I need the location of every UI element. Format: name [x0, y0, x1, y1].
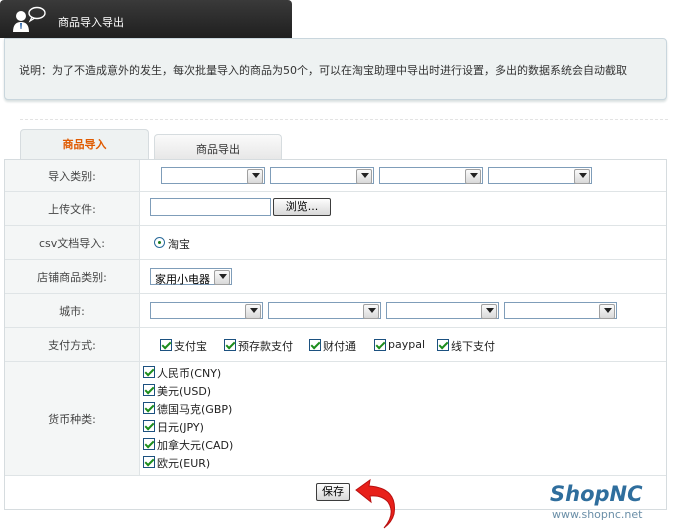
currency-cad-checkbox[interactable] — [143, 438, 155, 450]
payment-tenpay-label: 财付通 — [323, 340, 356, 353]
payment-offline-checkbox[interactable] — [437, 339, 449, 351]
row-city: 城市: — [5, 294, 666, 328]
tab-export[interactable]: 商品导出 — [154, 134, 282, 161]
payment-offline-label: 线下支付 — [451, 340, 495, 353]
row-csv: csv文档导入: 淘宝 — [5, 226, 666, 260]
csv-taobao-radio[interactable] — [154, 237, 165, 248]
currency-cad-label: 加拿大元(CAD) — [157, 439, 234, 452]
notice-box: 说明：为了不造成意外的发生，每次批量导入的商品为50个，可以在淘宝助理中导出时进… — [4, 38, 667, 100]
currency-gbp-checkbox[interactable] — [143, 402, 155, 414]
import-category-select-3[interactable] — [379, 167, 483, 184]
payment-paypal-label: paypal — [388, 338, 426, 351]
row-upload: 上传文件: 浏览... — [5, 192, 666, 226]
upload-label: 上传文件: — [48, 202, 96, 216]
import-category-select-1[interactable] — [161, 167, 265, 184]
currency-cny-label: 人民币(CNY) — [157, 367, 222, 380]
import-form: 导入类别: 上传文件: 浏览... csv文档导入: 淘宝 店铺商品类别: 家用… — [4, 159, 667, 510]
section-header: 商品导入导出 — [0, 0, 292, 38]
city-label: 城市: — [59, 304, 85, 318]
row-store-category: 店铺商品类别: 家用小电器 — [5, 260, 666, 294]
tab-import[interactable]: 商品导入 — [20, 129, 149, 161]
import-category-select-4[interactable] — [488, 167, 592, 184]
currency-gbp-label: 德国马克(GBP) — [157, 403, 233, 416]
browse-button[interactable]: 浏览... — [273, 198, 331, 216]
currency-usd-checkbox[interactable] — [143, 384, 155, 396]
shopnc-url: www.shopnc.net — [552, 508, 643, 521]
divider — [20, 119, 668, 120]
payment-predeposit-label: 预存款支付 — [238, 340, 293, 353]
pointer-arrow-icon — [355, 478, 395, 529]
payment-predeposit-checkbox[interactable] — [224, 339, 236, 351]
currency-jpy-checkbox[interactable] — [143, 420, 155, 432]
import-category-select-2[interactable] — [270, 167, 374, 184]
currency-eur-label: 欧元(EUR) — [157, 457, 211, 470]
currency-eur-checkbox[interactable] — [143, 456, 155, 468]
csv-label: csv文档导入: — [39, 236, 105, 250]
city-select-2[interactable] — [268, 302, 381, 319]
row-payment: 支付方式: 支付宝 预存款支付 财付通 paypal 线下支付 — [5, 328, 666, 362]
store-category-label: 店铺商品类别: — [37, 270, 107, 284]
save-button[interactable]: 保存 — [316, 483, 350, 501]
payment-label: 支付方式: — [48, 338, 96, 352]
payment-tenpay-checkbox[interactable] — [309, 339, 321, 351]
row-currency: 货币种类: 人民币(CNY) 美元(USD) 德国马克(GBP) 日元(JPY)… — [5, 362, 666, 476]
row-import-category: 导入类别: — [5, 160, 666, 192]
payment-paypal-checkbox[interactable] — [374, 339, 386, 351]
currency-usd-label: 美元(USD) — [157, 385, 212, 398]
user-chat-icon — [13, 6, 46, 32]
notice-text: 说明：为了不造成意外的发生，每次批量导入的商品为50个，可以在淘宝助理中导出时进… — [19, 64, 627, 77]
header-title: 商品导入导出 — [58, 16, 124, 29]
shopnc-logo: ShopNC — [550, 482, 643, 506]
city-select-1[interactable] — [150, 302, 263, 319]
file-path-input[interactable] — [150, 198, 271, 216]
payment-alipay-checkbox[interactable] — [160, 339, 172, 351]
currency-jpy-label: 日元(JPY) — [157, 421, 204, 434]
import-category-label: 导入类别: — [48, 169, 96, 183]
currency-cny-checkbox[interactable] — [143, 366, 155, 378]
store-category-select[interactable]: 家用小电器 — [150, 268, 232, 286]
city-select-3[interactable] — [386, 302, 499, 319]
currency-label: 货币种类: — [48, 412, 96, 426]
payment-alipay-label: 支付宝 — [174, 340, 207, 353]
csv-taobao-label: 淘宝 — [168, 238, 190, 251]
city-select-4[interactable] — [504, 302, 617, 319]
